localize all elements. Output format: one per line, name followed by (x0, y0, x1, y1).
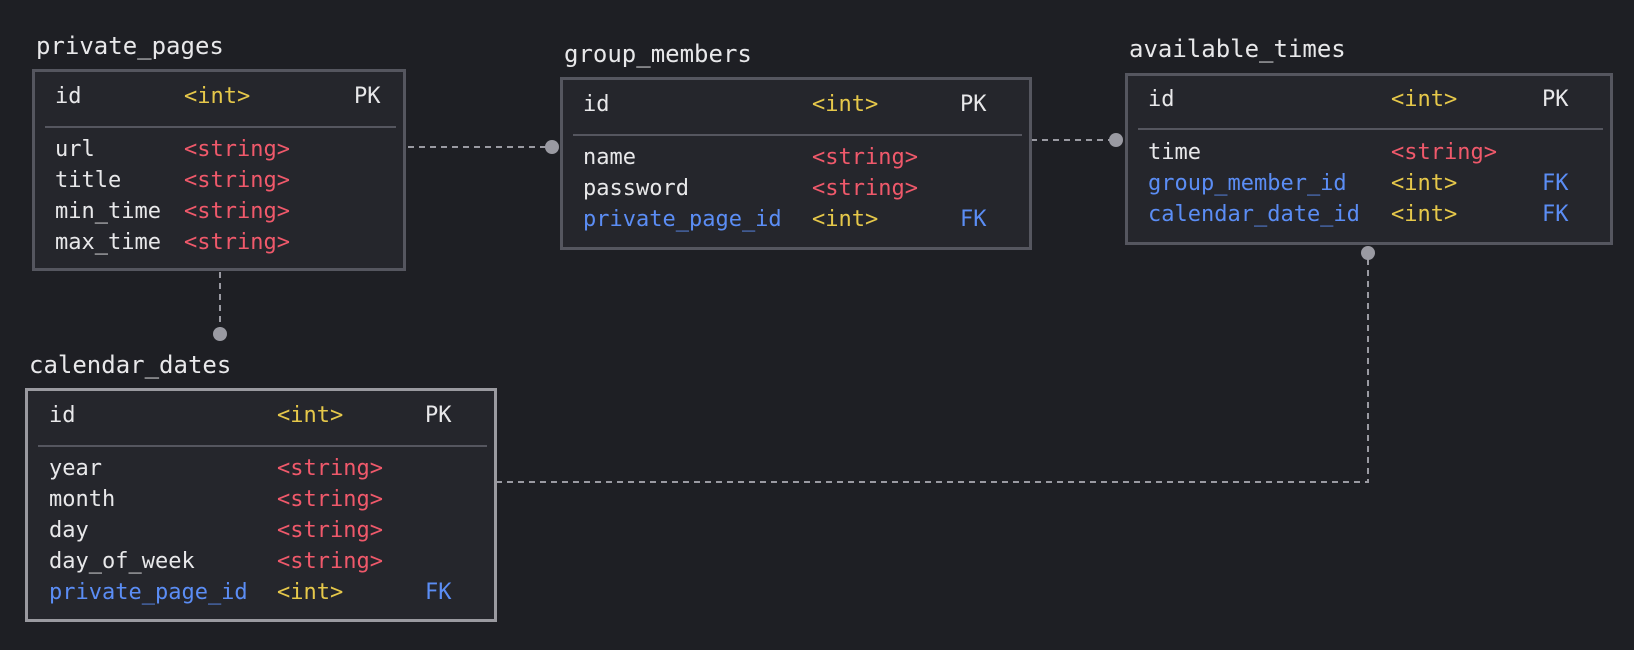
pk-divider (1138, 128, 1603, 130)
field-key: FK (425, 580, 452, 605)
field-row: id <int> PK (583, 90, 1023, 120)
field-name: id (55, 84, 82, 109)
field-type: <int> (277, 580, 344, 605)
field-name: private_page_id (583, 207, 782, 232)
field-row: max_time <string> (55, 228, 395, 258)
field-row: name <string> (583, 143, 1023, 173)
pk-divider (38, 445, 487, 447)
field-row: private_page_id <int> FK (583, 205, 1023, 235)
field-type: <string> (277, 456, 383, 481)
field-row: password <string> (583, 174, 1023, 204)
field-name: calendar_date_id (1148, 202, 1360, 227)
field-name: time (1148, 140, 1201, 165)
field-type: <string> (812, 176, 918, 201)
field-row: url <string> (55, 135, 395, 165)
field-key: FK (960, 207, 987, 232)
field-type: <int> (1391, 202, 1458, 227)
field-row: month <string> (49, 485, 489, 515)
entity-title: group_members (564, 40, 752, 68)
entity-title: private_pages (36, 32, 224, 60)
field-name: min_time (55, 199, 161, 224)
field-name: password (583, 176, 689, 201)
field-name: url (55, 137, 95, 162)
entity-title: calendar_dates (29, 351, 232, 379)
field-type: <int> (812, 207, 879, 232)
field-type: <int> (1391, 171, 1458, 196)
field-type: <string> (184, 230, 290, 255)
field-row: year <string> (49, 454, 489, 484)
field-name: id (49, 403, 76, 428)
entity-title: available_times (1129, 35, 1346, 63)
endpoint-dot-available-times-bottom (1361, 246, 1375, 260)
field-name: name (583, 145, 636, 170)
field-key: PK (1542, 87, 1569, 112)
pk-divider (45, 126, 396, 128)
field-type: <int> (184, 84, 251, 109)
field-row: title <string> (55, 166, 395, 196)
field-type: <string> (1391, 140, 1497, 165)
field-name: day (49, 518, 89, 543)
field-name: title (55, 168, 122, 193)
field-name: day_of_week (49, 549, 195, 574)
field-row: day_of_week <string> (49, 547, 489, 577)
field-name: max_time (55, 230, 161, 255)
field-name: id (583, 92, 610, 117)
entity-box[interactable]: id <int> PK name <string> password <stri… (560, 77, 1032, 250)
field-name: month (49, 487, 116, 512)
field-type: <string> (184, 137, 290, 162)
field-name: private_page_id (49, 580, 248, 605)
field-type: <string> (184, 199, 290, 224)
field-type: <string> (184, 168, 290, 193)
endpoint-dot-group-members (545, 140, 559, 154)
field-type: <int> (277, 403, 344, 428)
field-row: time <string> (1148, 138, 1603, 168)
field-row: calendar_date_id <int> FK (1148, 200, 1603, 230)
endpoint-dot-calendar-dates (213, 327, 227, 341)
field-row: group_member_id <int> FK (1148, 169, 1603, 199)
field-key: PK (354, 84, 381, 109)
field-row: id <int> PK (1148, 85, 1603, 115)
pk-divider (573, 134, 1022, 136)
field-row: id <int> PK (55, 82, 395, 112)
field-key: FK (1542, 202, 1569, 227)
field-name: year (49, 456, 102, 481)
entity-box[interactable]: id <int> PK url <string> title <string> … (32, 69, 406, 271)
field-row: min_time <string> (55, 197, 395, 227)
connector-calendar-dates-available-times (496, 253, 1369, 483)
field-key: FK (1542, 171, 1569, 196)
field-name: id (1148, 87, 1175, 112)
field-row: private_page_id <int> FK (49, 578, 489, 608)
field-name: group_member_id (1148, 171, 1347, 196)
field-type: <string> (277, 487, 383, 512)
field-type: <int> (1391, 87, 1458, 112)
entity-box[interactable]: id <int> PK time <string> group_member_i… (1125, 73, 1613, 245)
field-key: PK (960, 92, 987, 117)
endpoint-dot-available-times-left (1109, 133, 1123, 147)
field-type: <string> (277, 549, 383, 574)
field-row: id <int> PK (49, 401, 489, 431)
field-key: PK (425, 403, 452, 428)
field-type: <string> (812, 145, 918, 170)
field-type: <int> (812, 92, 879, 117)
field-row: day <string> (49, 516, 489, 546)
entity-box[interactable]: id <int> PK year <string> month <string>… (25, 388, 497, 622)
field-type: <string> (277, 518, 383, 543)
